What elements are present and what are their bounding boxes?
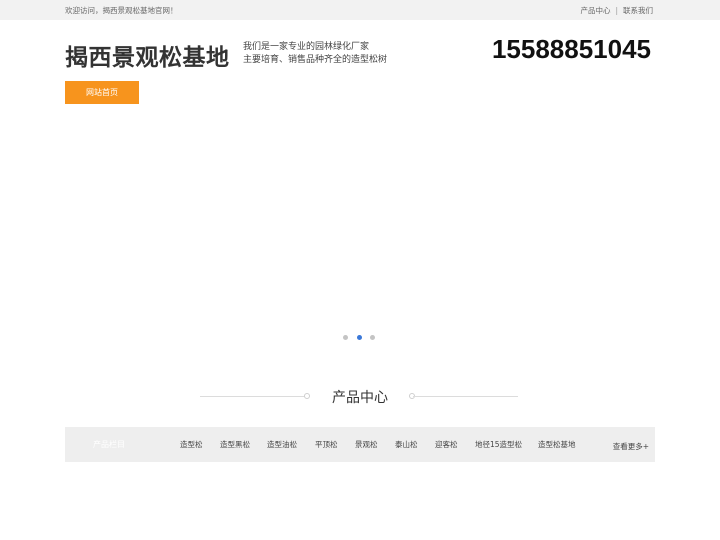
slider-dot-2-active[interactable]: [357, 335, 362, 340]
section-divider-right: [413, 396, 518, 397]
slogan: 我们是一家专业的园林绿化厂家 主要培育、销售品种齐全的造型松树: [243, 41, 387, 66]
category-item[interactable]: 平顶松: [315, 427, 338, 462]
site-title[interactable]: 揭西景观松基地: [65, 38, 230, 72]
category-item[interactable]: 造型黑松: [220, 427, 250, 462]
banner-slider[interactable]: [0, 104, 720, 354]
section-title-products: 产品中心: [332, 390, 388, 406]
category-item[interactable]: 景观松: [355, 427, 378, 462]
top-links: 产品中心 | 联系我们: [580, 5, 653, 16]
top-bar: 欢迎访问，揭西景观松基地官网！ 产品中心 | 联系我们: [0, 0, 720, 20]
category-item[interactable]: 地径15造型松: [475, 427, 522, 462]
slider-dot-1[interactable]: [343, 335, 348, 340]
slogan-line-2: 主要培育、销售品种齐全的造型松树: [243, 54, 388, 65]
slider-dot-3[interactable]: [370, 335, 375, 340]
phone-number: 15588851045: [491, 34, 651, 64]
category-item[interactable]: 造型油松: [267, 427, 297, 462]
top-link-separator: |: [615, 6, 618, 15]
category-item[interactable]: 造型松基地: [538, 427, 576, 462]
category-header: 产品栏目: [93, 440, 125, 449]
view-more-link[interactable]: 查看更多+: [613, 441, 649, 452]
slider-pagination: [343, 335, 383, 341]
category-item[interactable]: 泰山松: [395, 427, 418, 462]
category-item[interactable]: 造型松: [180, 427, 203, 462]
category-item[interactable]: 迎客松: [435, 427, 458, 462]
slogan-line-1: 我们是一家专业的园林绿化厂家: [243, 42, 370, 52]
category-bar: 产品栏目 造型松 造型黑松 造型油松 平顶松 景观松 泰山松 迎客松 地径15造…: [65, 427, 655, 462]
top-link-contact[interactable]: 联系我们: [623, 6, 653, 15]
top-link-products[interactable]: 产品中心: [580, 6, 610, 15]
nav-home-button[interactable]: 网站首页: [65, 81, 139, 104]
welcome-text: 欢迎访问，揭西景观松基地官网！: [65, 6, 178, 15]
